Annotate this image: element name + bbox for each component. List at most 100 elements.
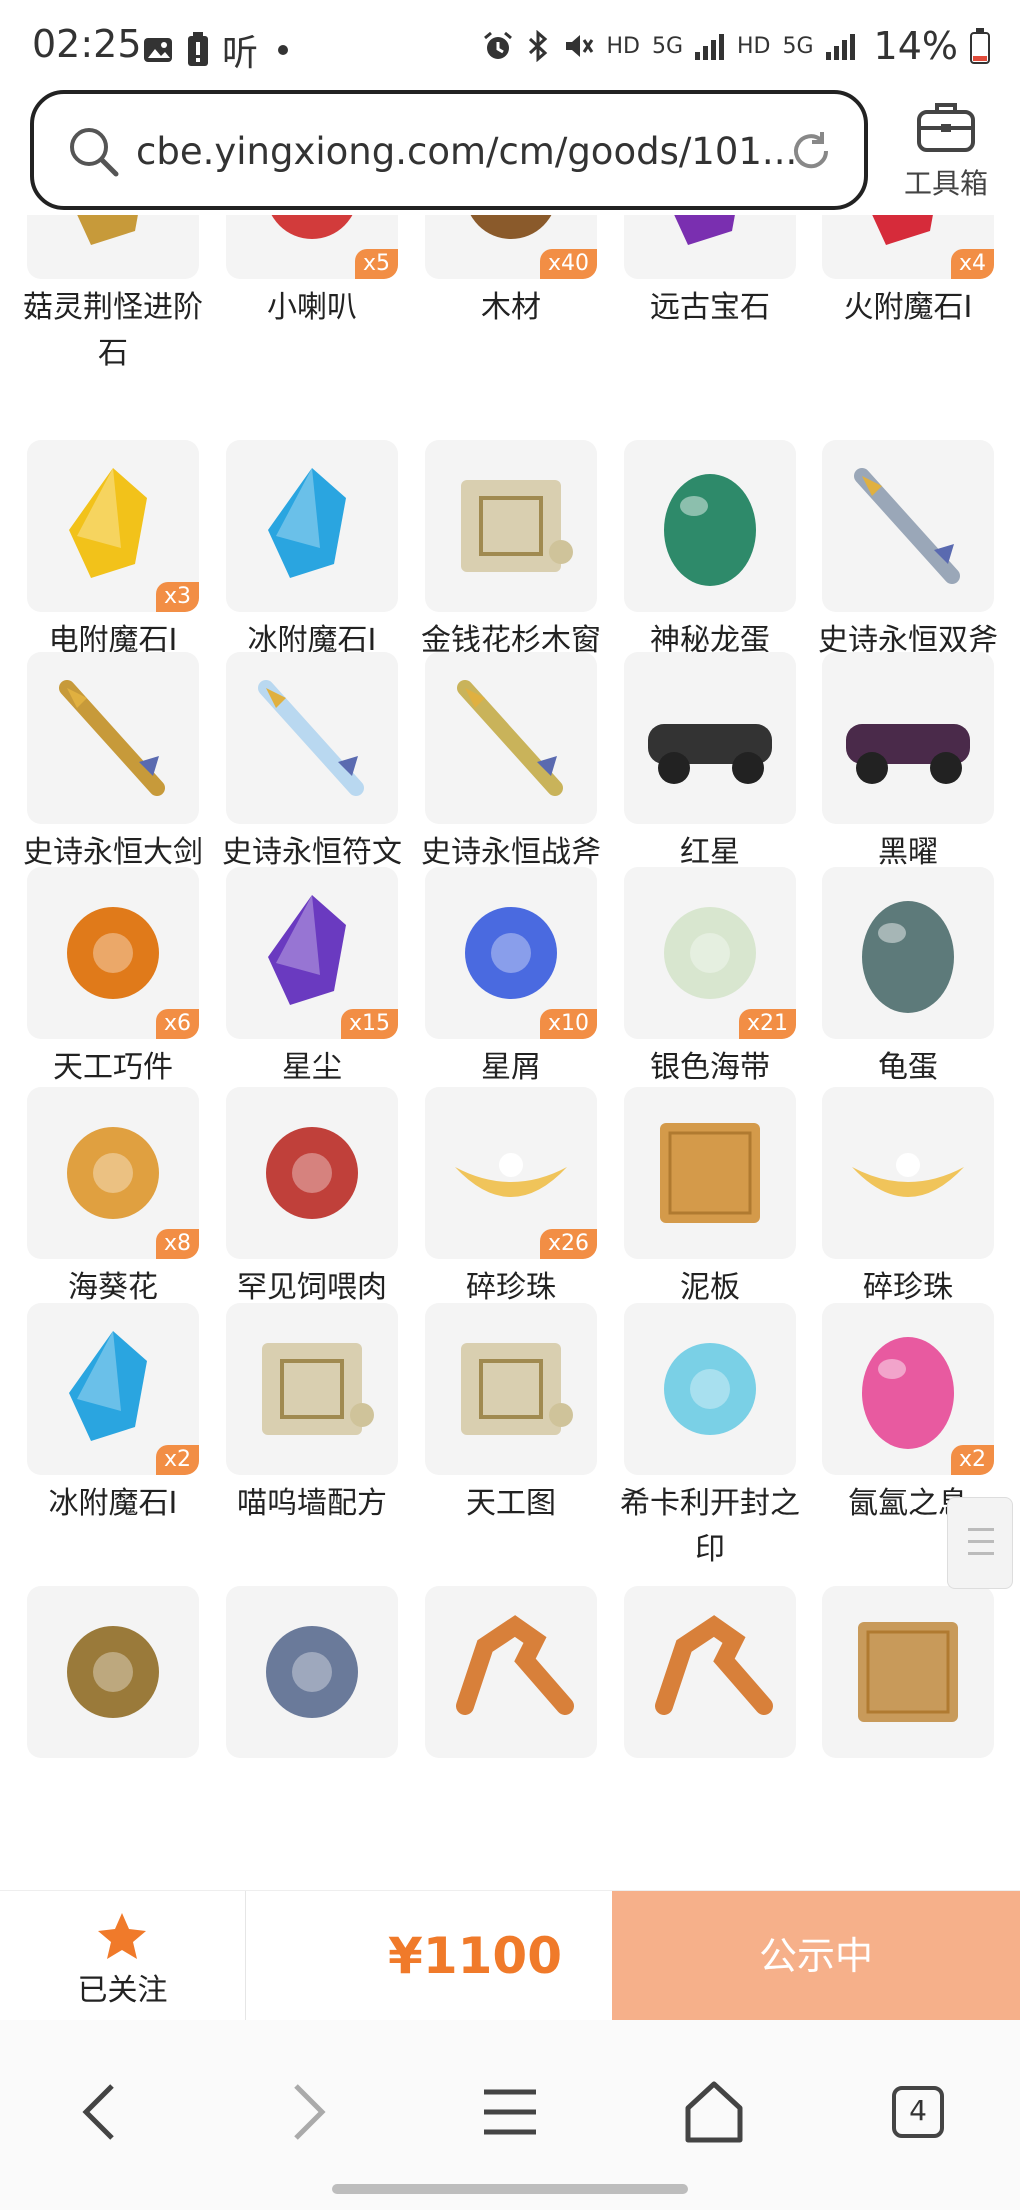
item-card[interactable]: x21 — [624, 867, 796, 1039]
gem-icon — [77, 215, 138, 245]
car-icon — [846, 724, 970, 784]
item-name: 星尘 — [282, 1050, 342, 1085]
quantity-badge: x2 — [950, 1445, 994, 1475]
action-bar: 已关注 ¥1100 公示中 — [0, 1890, 1020, 2021]
item-card[interactable] — [425, 652, 597, 824]
item-card[interactable]: x40 — [425, 215, 597, 279]
blueprint-scroll-icon — [262, 1343, 374, 1435]
back-icon[interactable] — [62, 2072, 142, 2152]
status-bar: 02:25 听 HD 5G HD 5G 14% — [0, 0, 1020, 90]
quantity-badge: x21 — [738, 1009, 796, 1039]
item-card[interactable]: x3 — [27, 440, 199, 612]
item-card[interactable]: x2 — [822, 1303, 994, 1475]
item-card[interactable] — [822, 1087, 994, 1259]
purple-gem-icon — [674, 215, 735, 245]
toolbox-label: 工具箱 — [903, 167, 988, 200]
quantity-badge: x26 — [539, 1229, 597, 1259]
item-name: 希卡利开封之印 — [620, 1486, 800, 1567]
browser-nav-bar: 4 — [0, 2020, 1020, 2210]
item-name: 冰附魔石Ⅰ — [48, 1486, 178, 1521]
item-card[interactable] — [226, 652, 398, 824]
status-app-label: 听 — [222, 33, 259, 74]
battle-axe-icon — [457, 680, 563, 796]
blue-crystal-icon — [268, 468, 346, 578]
quantity-badge: x8 — [155, 1229, 199, 1259]
toolbox-icon — [917, 103, 975, 152]
item-name: 星屑 — [481, 1050, 541, 1085]
item-card[interactable] — [822, 1586, 994, 1758]
publicity-status-button[interactable]: 公示中 — [612, 1891, 1020, 2021]
item-grid: 菇灵荆怪进阶石 x5 小喇叭 x40 木材 远古宝石 x4 火附魔石Ⅰ x3 电附魔石Ⅰ 冰附魔石Ⅰ… — [0, 215, 1020, 1890]
item-card[interactable] — [27, 652, 199, 824]
item-card[interactable] — [226, 1586, 398, 1758]
dragon-egg-icon — [664, 474, 756, 586]
item-card[interactable] — [27, 215, 199, 279]
quantity-badge: x2 — [155, 1445, 199, 1475]
blueprint-scroll-icon — [461, 480, 573, 572]
item-card[interactable] — [624, 215, 796, 279]
item-card[interactable]: x5 — [226, 215, 398, 279]
quantity-badge: x4 — [950, 249, 994, 279]
price-value: ¥1100 — [388, 1927, 562, 1985]
item-card[interactable]: x8 — [27, 1087, 199, 1259]
item-name: 龟蛋 — [878, 1050, 938, 1085]
motorcycle-icon — [648, 724, 772, 784]
item-name: 天工巧件 — [53, 1050, 173, 1085]
forward-icon[interactable] — [266, 2072, 346, 2152]
horse-icon — [456, 1615, 574, 1715]
item-card[interactable] — [624, 1586, 796, 1758]
quantity-badge: x40 — [539, 249, 597, 279]
quantity-badge: x10 — [539, 1009, 597, 1039]
item-card[interactable] — [624, 1303, 796, 1475]
follow-button[interactable]: 已关注 — [0, 1891, 245, 2021]
item-card[interactable]: x6 — [27, 867, 199, 1039]
item-card[interactable]: x15 — [226, 867, 398, 1039]
tabs-button[interactable]: 4 — [878, 2072, 958, 2152]
turtle-egg-icon — [862, 901, 954, 1013]
double-axe-icon — [854, 468, 960, 584]
menu-icon[interactable] — [470, 2072, 550, 2152]
battery-icon — [970, 28, 990, 64]
reload-icon[interactable] — [786, 126, 836, 176]
item-name: 远古宝石 — [650, 290, 770, 325]
item-card[interactable] — [822, 867, 994, 1039]
home-icon[interactable] — [674, 2072, 754, 2152]
alarm-icon — [484, 31, 513, 59]
bluetooth-icon — [529, 30, 548, 62]
item-card[interactable] — [425, 1303, 597, 1475]
item-card[interactable] — [624, 652, 796, 824]
item-card[interactable]: x2 — [27, 1303, 199, 1475]
item-name: 小喇叭 — [267, 290, 357, 325]
box-icon — [858, 1622, 958, 1722]
network-5g-label: 5G — [651, 33, 683, 59]
item-card[interactable] — [425, 1586, 597, 1758]
gallery-icon — [144, 38, 172, 62]
battery-percent: 14% — [873, 24, 958, 68]
item-card[interactable]: x10 — [425, 867, 597, 1039]
item-card[interactable] — [822, 440, 994, 612]
quantity-badge: x3 — [155, 582, 199, 612]
seal-icon — [664, 1343, 756, 1435]
item-name: 木材 — [481, 290, 541, 325]
item-card[interactable] — [822, 652, 994, 824]
toolbox-button[interactable]: 工具箱 — [896, 98, 996, 208]
item-card[interactable] — [226, 1303, 398, 1475]
item-card[interactable] — [624, 1087, 796, 1259]
fish-icon — [67, 1626, 159, 1718]
item-card[interactable] — [27, 1586, 199, 1758]
item-card[interactable]: x26 — [425, 1087, 597, 1259]
price-area: ¥1100 — [245, 1891, 612, 2021]
item-card[interactable]: x4 — [822, 215, 994, 279]
item-card[interactable] — [226, 440, 398, 612]
furnace-icon — [266, 1626, 358, 1718]
network-hd-label: HD — [606, 33, 640, 59]
item-card[interactable] — [425, 440, 597, 612]
home-indicator[interactable] — [332, 2184, 688, 2194]
item-card[interactable] — [226, 1087, 398, 1259]
scroll-handle[interactable] — [947, 1497, 1013, 1589]
item-name: 天工图 — [466, 1486, 556, 1521]
address-bar[interactable]: cbe.yingxiong.com/cm/goods/101... — [30, 90, 868, 210]
url-text[interactable]: cbe.yingxiong.com/cm/goods/101... — [136, 130, 797, 173]
rune-sword-icon — [258, 680, 364, 796]
item-card[interactable] — [624, 440, 796, 612]
